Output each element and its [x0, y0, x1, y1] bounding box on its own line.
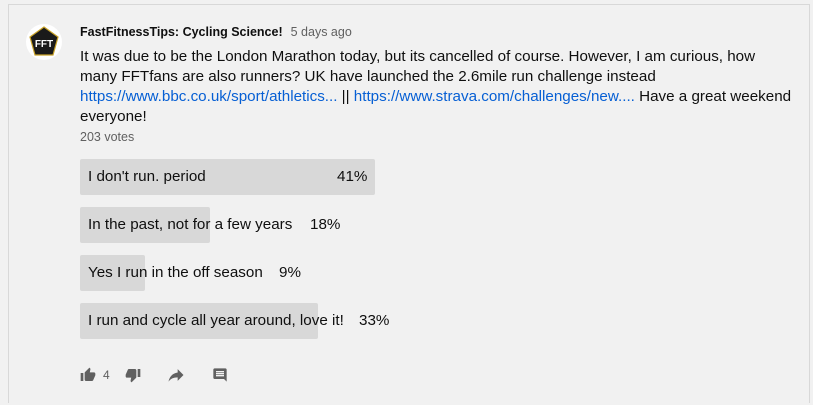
community-post-card: FFT FastFitnessTips: Cycling Science! 5 … [8, 4, 810, 403]
post-time[interactable]: 5 days ago [291, 25, 352, 39]
poll-option-percent: 18% [310, 216, 341, 233]
post-author[interactable]: FastFitnessTips: Cycling Science! [80, 25, 283, 39]
like-button[interactable]: 4 [80, 367, 110, 383]
comment-button[interactable] [212, 367, 228, 383]
poll-option-label: I don't run. period [88, 168, 206, 185]
dislike-button[interactable] [125, 367, 141, 383]
poll-option[interactable]: In the past, not for a few years 18% [80, 207, 530, 243]
channel-avatar[interactable]: FFT [26, 24, 62, 60]
share-icon [168, 369, 184, 382]
svg-text:FFT: FFT [35, 39, 53, 50]
like-count: 4 [103, 368, 110, 382]
link-separator: || [337, 88, 354, 105]
fft-logo-icon: FFT [29, 26, 59, 56]
poll-option-label: Yes I run in the off season [88, 264, 263, 281]
poll-option-label: In the past, not for a few years [88, 216, 293, 233]
share-button[interactable] [165, 365, 187, 385]
bbc-link[interactable]: https://www.bbc.co.uk/sport/athletics... [80, 88, 337, 105]
thumbs-up-icon [80, 367, 96, 381]
post-text: It was due to be the London Marathon tod… [80, 47, 795, 127]
vote-count: 203 votes [80, 130, 135, 144]
comment-icon [213, 368, 227, 382]
poll-option[interactable]: Yes I run in the off season 9% [80, 255, 530, 291]
poll-option-percent: 41% [337, 168, 368, 185]
post-actions: 4 [80, 363, 228, 387]
strava-link[interactable]: https://www.strava.com/challenges/new...… [354, 88, 635, 105]
poll-option-percent: 33% [359, 312, 390, 329]
poll-option-percent: 9% [279, 264, 301, 281]
thumbs-down-icon [125, 369, 141, 383]
poll-option[interactable]: I don't run. period 41% [80, 159, 530, 195]
post-text-before: It was due to be the London Marathon tod… [80, 48, 756, 85]
poll-option-label: I run and cycle all year around, love it… [88, 312, 344, 329]
poll-option[interactable]: I run and cycle all year around, love it… [80, 303, 530, 339]
